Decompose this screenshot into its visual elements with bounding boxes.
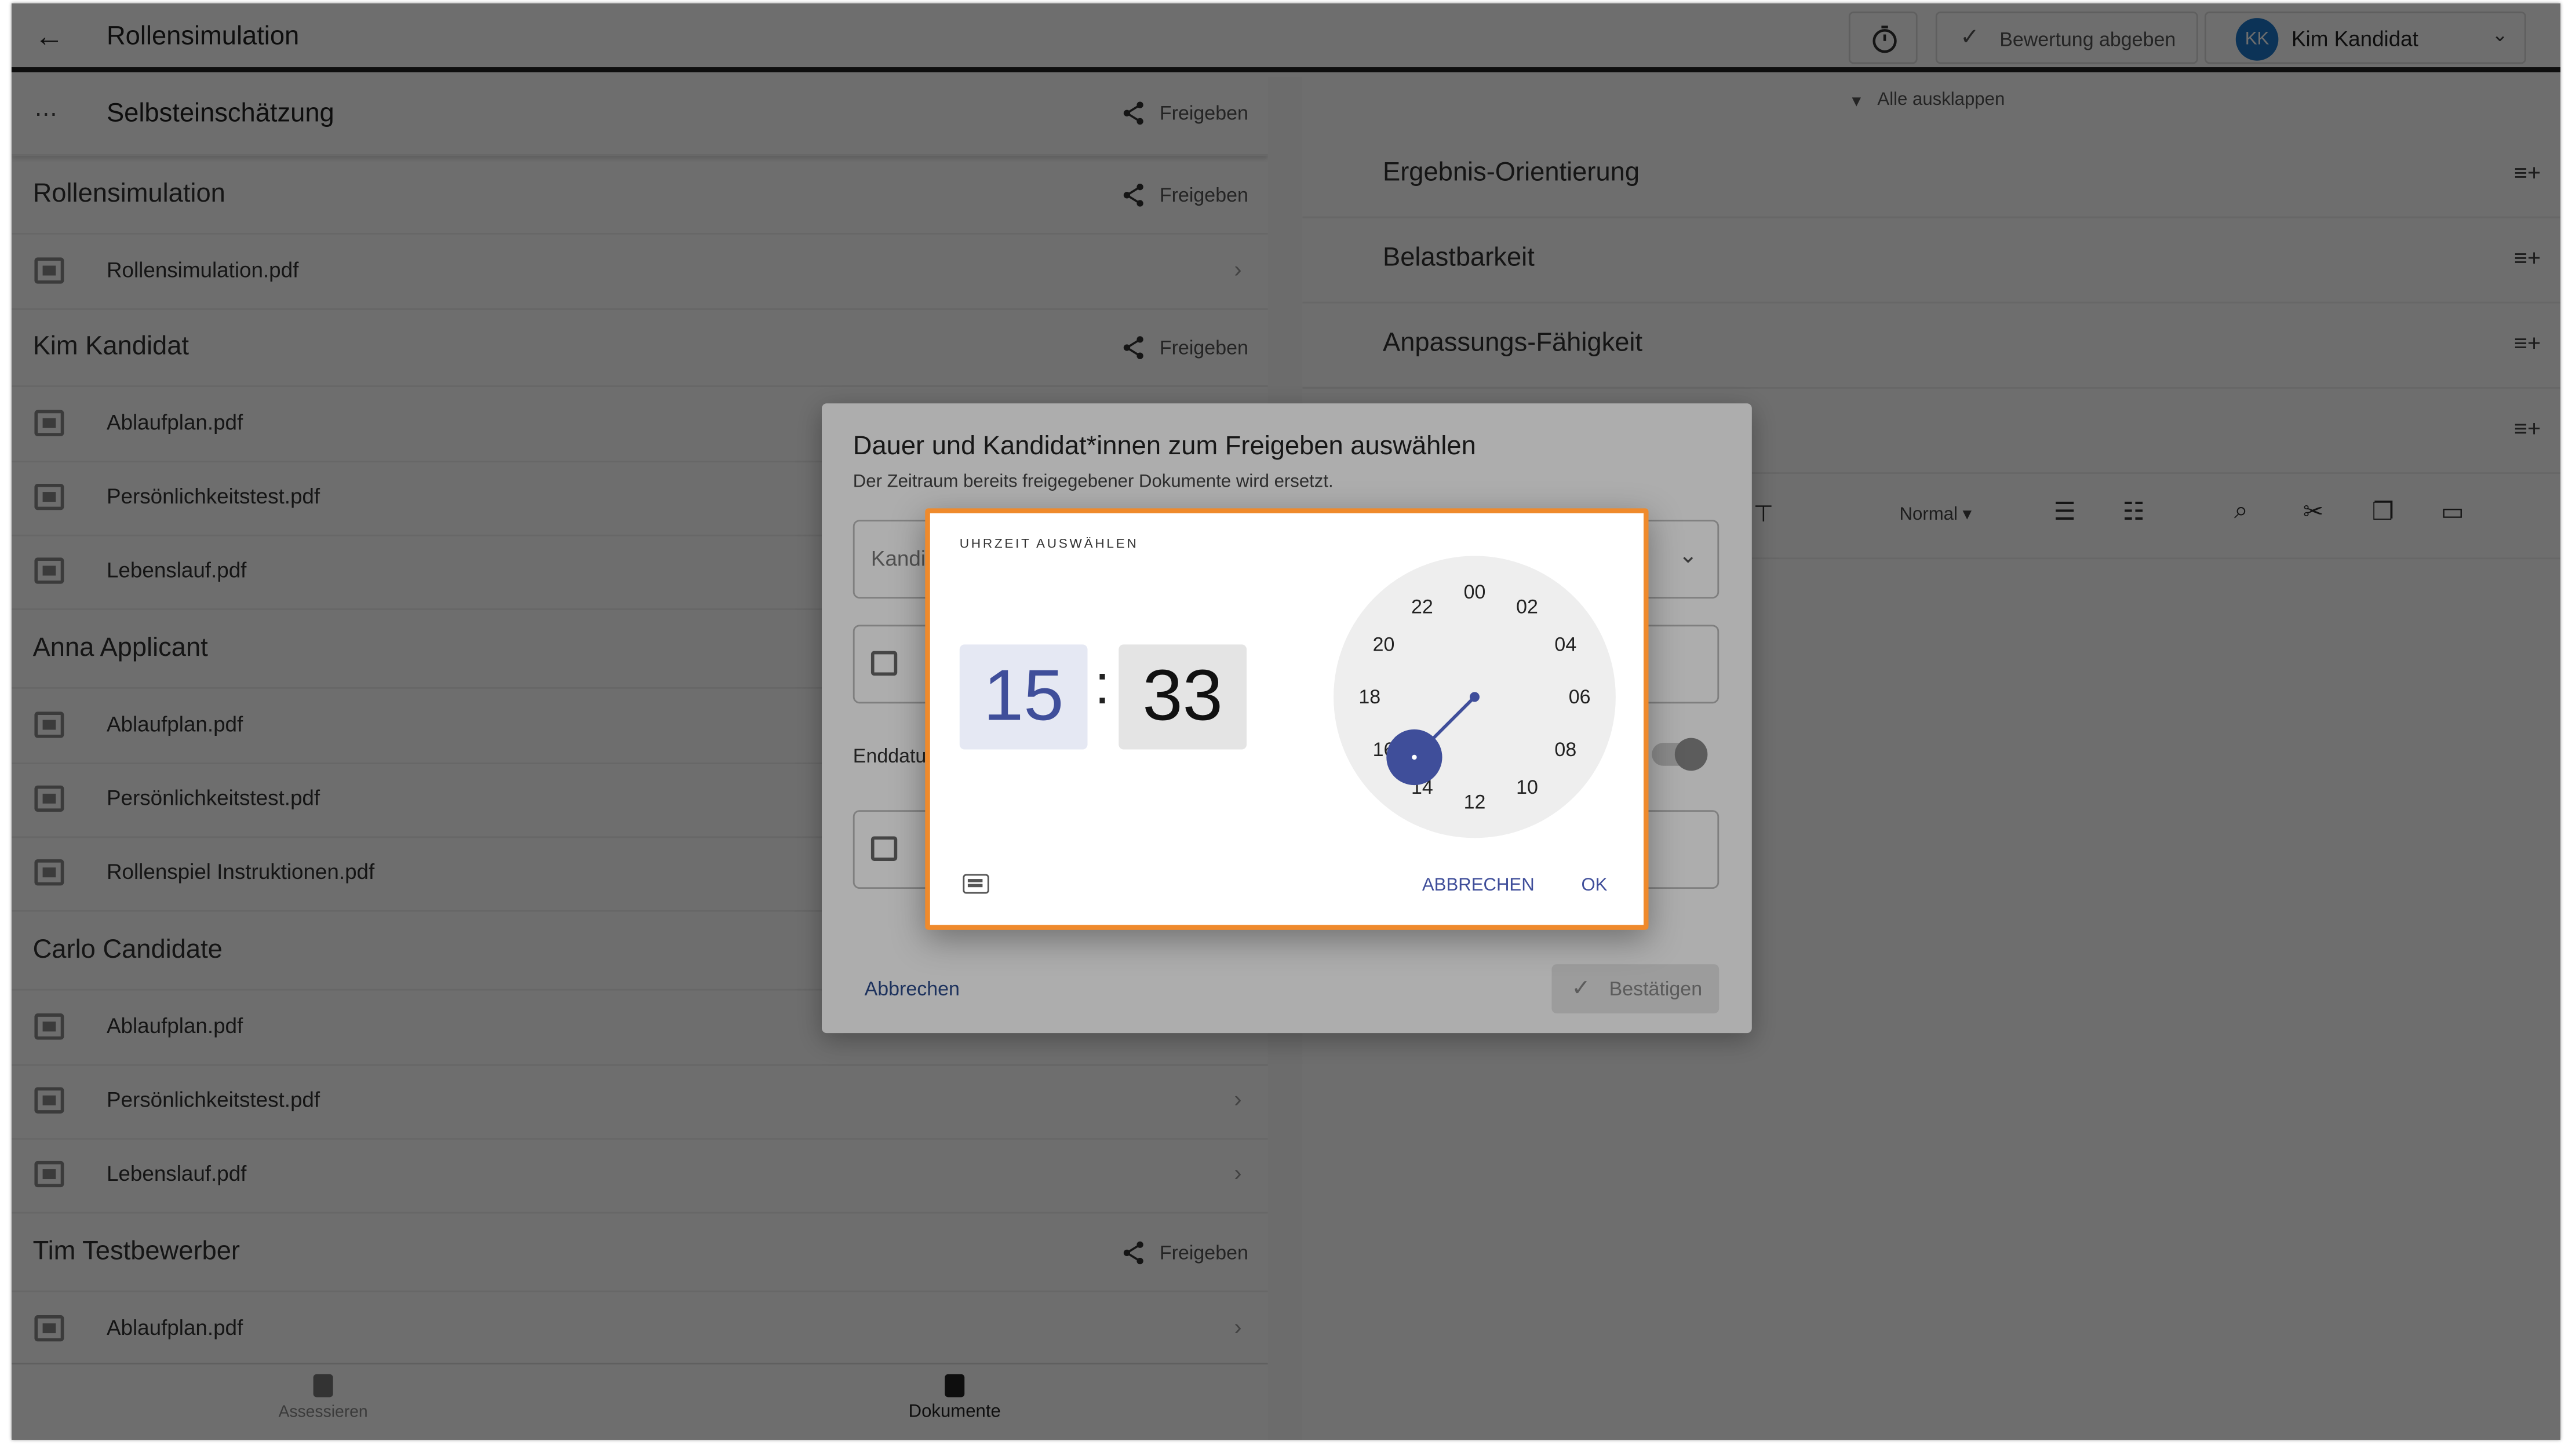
clock-hand-dot [1412, 754, 1417, 760]
time-separator: : [1094, 654, 1110, 717]
app-window: ← Rollensimulation ✓ Bewertung abgeben K… [11, 3, 2561, 1440]
time-picker: UHRZEIT AUSWÄHLEN 15 : 33 00 02 04 06 08 10 12… [925, 508, 1649, 930]
clock-hand [1386, 692, 1480, 786]
time-cancel-button[interactable]: ABBRECHEN [1422, 875, 1535, 895]
clock-dial[interactable]: 00 02 04 06 08 10 12 14 16 18 20 22 [1334, 556, 1616, 838]
time-ok-button[interactable]: OK [1581, 875, 1607, 895]
time-picker-heading: UHRZEIT AUSWÄHLEN [959, 536, 1139, 551]
minute-display[interactable]: 33 [1119, 644, 1247, 750]
hour-display[interactable]: 15 [959, 644, 1088, 750]
clock-center [1470, 692, 1480, 702]
keyboard-icon[interactable] [963, 874, 989, 894]
